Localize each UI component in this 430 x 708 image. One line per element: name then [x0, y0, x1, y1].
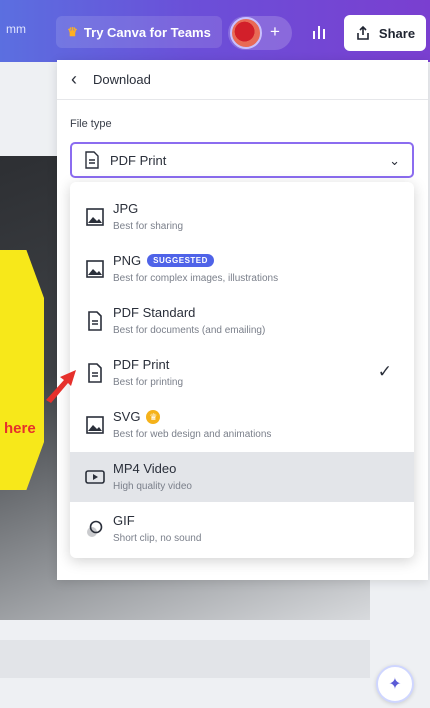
document-icon: [88, 311, 102, 331]
option-title: SVG ♛: [113, 409, 161, 424]
option-title: GIF: [113, 513, 135, 528]
crown-icon: ♛: [67, 25, 78, 39]
option-title-text: PNG: [113, 253, 142, 268]
option-pdf-standard[interactable]: PDF Standard Best for documents (and ema…: [70, 296, 414, 346]
panel-title: Download: [93, 72, 151, 87]
plus-icon[interactable]: +: [270, 22, 280, 42]
file-type-label: File type: [70, 118, 112, 130]
design-yellow-shape: [0, 250, 44, 490]
option-title: PNG SUGGESTED: [113, 253, 214, 268]
design-text: here: [4, 420, 36, 437]
avatar[interactable]: [230, 17, 262, 49]
image-icon: [86, 260, 104, 278]
file-type-dropdown: JPG Best for sharing PNG SUGGESTED Best …: [70, 182, 414, 558]
share-icon: [357, 25, 369, 40]
option-subtitle: Best for printing: [113, 377, 184, 388]
option-svg[interactable]: SVG ♛ Best for web design and animations: [70, 400, 414, 450]
pro-crown-icon: ♛: [146, 409, 161, 424]
option-subtitle: Best for complex images, illustrations: [113, 273, 279, 284]
try-canva-teams-label: Try Canva for Teams: [83, 24, 211, 40]
back-chevron-icon[interactable]: ‹: [71, 69, 77, 90]
share-label: Share: [378, 25, 416, 41]
sparkle-icon: ✦: [388, 676, 402, 693]
panel-header: ‹ Download: [57, 60, 428, 100]
gif-icon: [87, 520, 103, 537]
share-button[interactable]: Share: [344, 15, 426, 51]
option-subtitle: Best for documents (and emailing): [113, 325, 266, 336]
option-title: JPG: [113, 201, 139, 216]
chevron-down-icon: ⌄: [389, 153, 400, 168]
document-icon: [88, 363, 102, 383]
suggested-badge: SUGGESTED: [147, 254, 214, 267]
option-title: PDF Print: [113, 357, 170, 372]
magic-assistant-button[interactable]: ✦: [376, 665, 414, 703]
option-gif[interactable]: GIF Short clip, no sound: [70, 504, 414, 554]
top-bar: mm ♛ Try Canva for Teams + Share: [0, 0, 430, 62]
image-icon: [86, 416, 104, 434]
option-subtitle: Best for web design and animations: [113, 429, 272, 440]
insights-button[interactable]: [302, 18, 336, 48]
option-subtitle: Short clip, no sound: [113, 533, 202, 544]
option-pdf-print[interactable]: PDF Print Best for printing ✓: [70, 348, 414, 398]
image-icon: [86, 208, 104, 226]
option-jpg[interactable]: JPG Best for sharing: [70, 192, 414, 242]
project-title-fragment[interactable]: mm: [6, 22, 26, 36]
option-mp4-video[interactable]: MP4 Video High quality video: [70, 452, 414, 502]
try-canva-teams-button[interactable]: ♛ Try Canva for Teams: [56, 16, 222, 48]
video-icon: [85, 470, 105, 484]
selected-file-type: PDF Print: [110, 152, 167, 168]
option-png[interactable]: PNG SUGGESTED Best for complex images, i…: [70, 244, 414, 294]
red-arrow-annotation: [46, 370, 76, 403]
option-title: PDF Standard: [113, 305, 196, 320]
option-subtitle: Best for sharing: [113, 221, 184, 232]
option-title-text: SVG: [113, 409, 141, 424]
document-icon: [85, 151, 99, 169]
option-title: MP4 Video: [113, 461, 177, 476]
file-type-select[interactable]: PDF Print ⌄: [70, 142, 414, 178]
checkmark-icon: ✓: [377, 362, 392, 381]
bar-chart-icon: [313, 31, 315, 39]
page-strip: [0, 640, 370, 678]
option-subtitle: High quality video: [113, 481, 192, 492]
collaborators-group[interactable]: +: [228, 16, 292, 50]
